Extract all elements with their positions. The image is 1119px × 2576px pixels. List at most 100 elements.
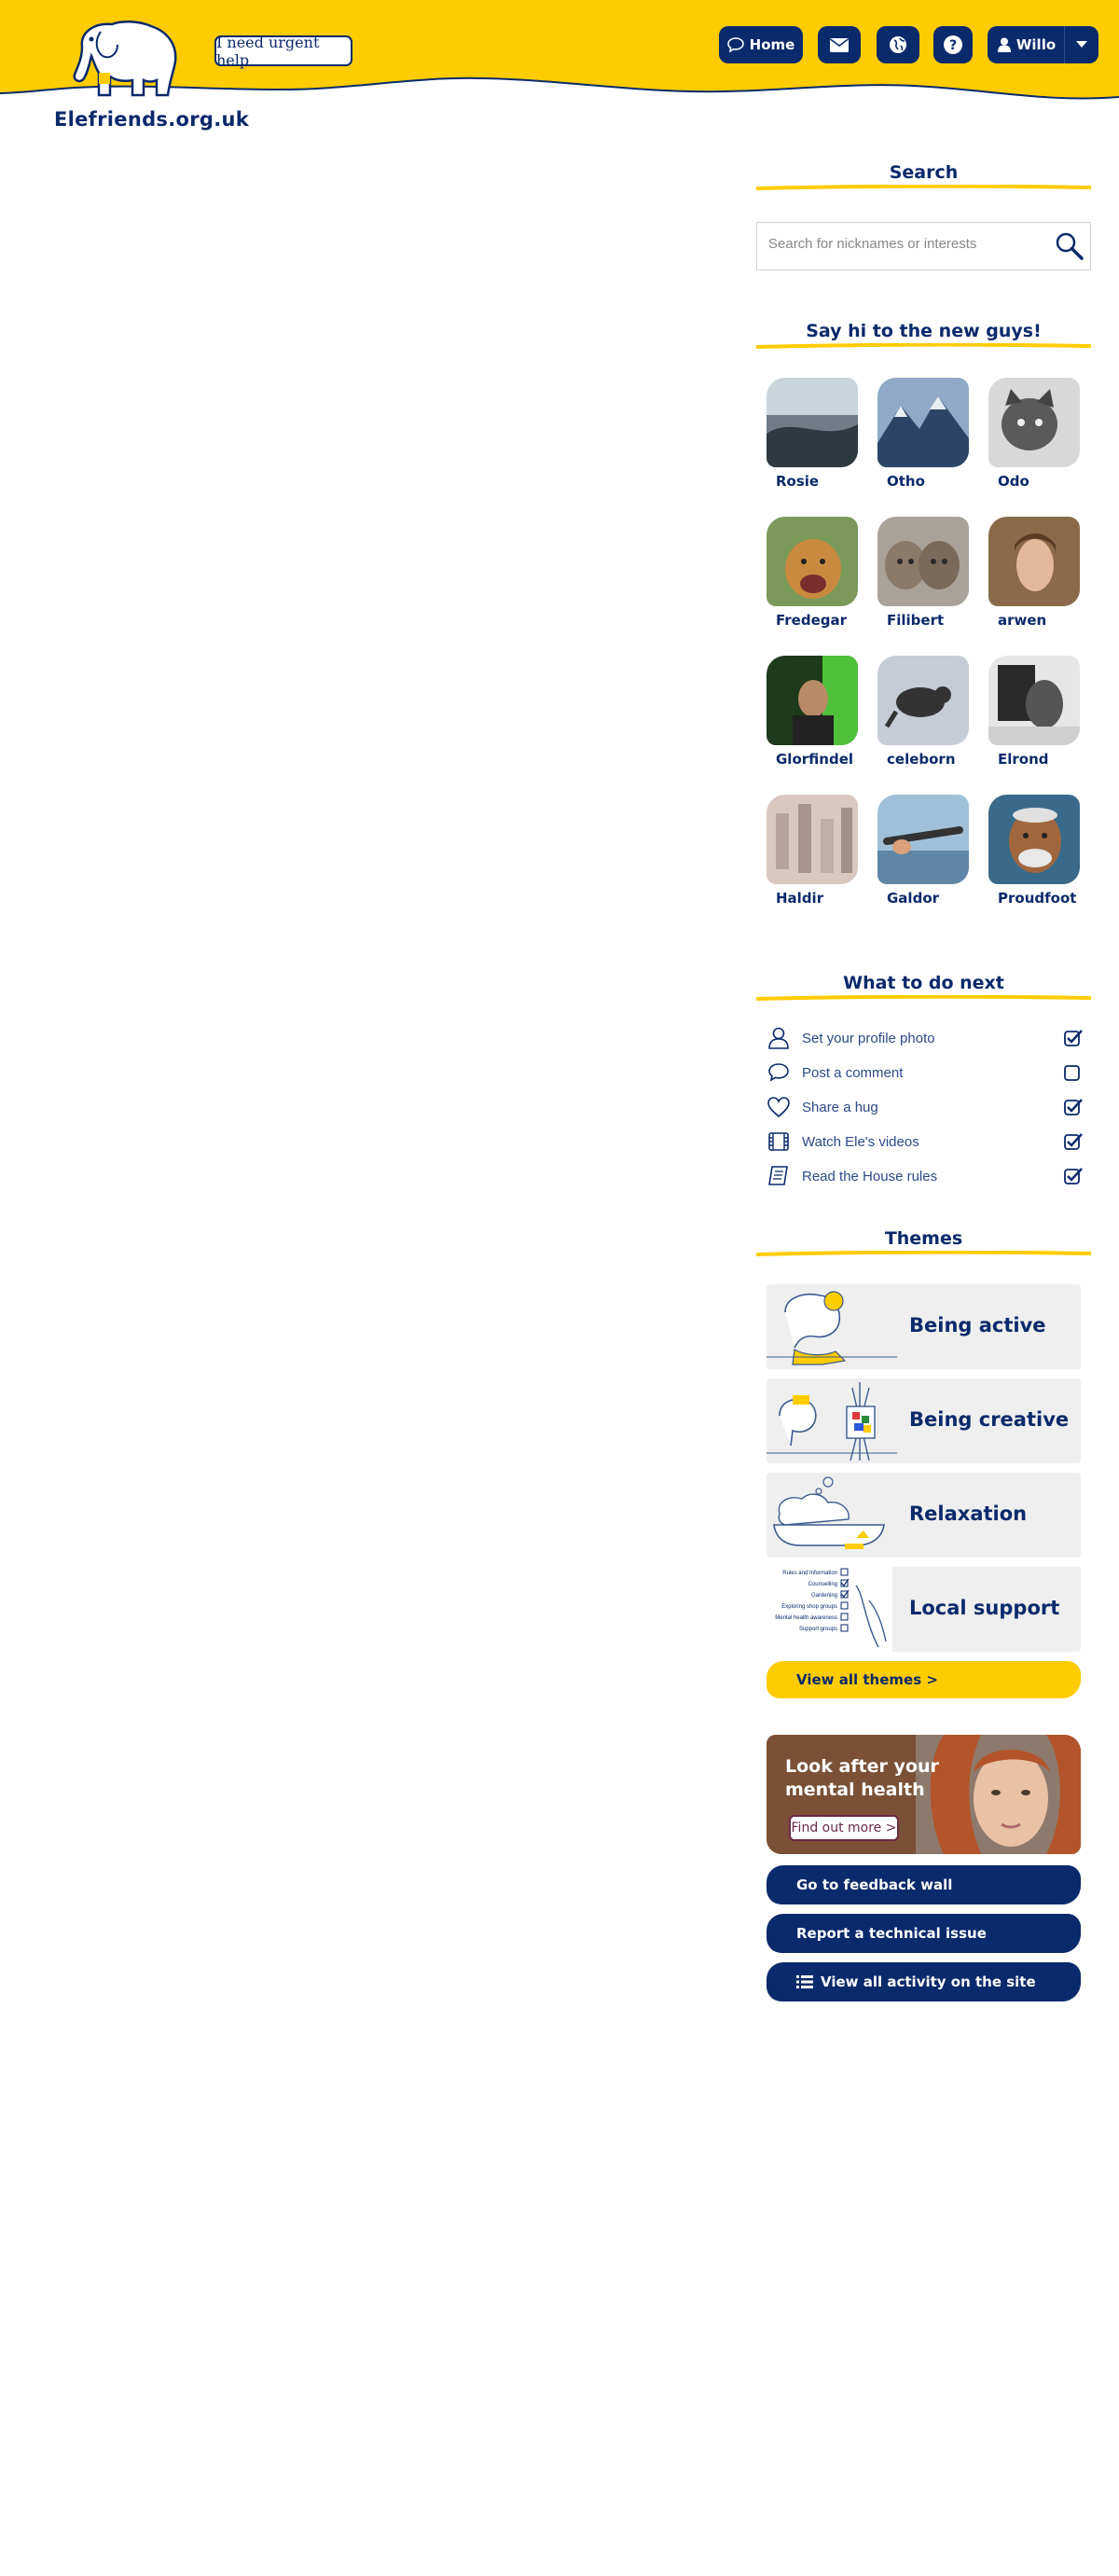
theme-label[interactable]: Being creative: [909, 1408, 1069, 1431]
theme-card-being-creative[interactable]: Being creative: [767, 1378, 1081, 1463]
svg-text:Exploring shop groups: Exploring shop groups: [781, 1604, 837, 1610]
todo-item[interactable]: Share a hug: [767, 1090, 1084, 1124]
todo-item[interactable]: Watch Ele's videos: [767, 1125, 1084, 1158]
user-card[interactable]: Odo: [988, 378, 1082, 499]
avatar[interactable]: [988, 656, 1080, 745]
help-button[interactable]: ?: [933, 26, 973, 63]
theme-label[interactable]: Local support: [909, 1597, 1059, 1619]
search-title-text: Search: [889, 162, 959, 183]
elephant-exercising-illustration: [767, 1291, 897, 1365]
avatar[interactable]: [767, 656, 858, 745]
todo-label[interactable]: Watch Ele's videos: [802, 1134, 1063, 1150]
user-card[interactable]: Elrond: [988, 656, 1082, 777]
search-icon[interactable]: [1055, 231, 1084, 261]
todo-item[interactable]: Set your profile photo: [767, 1021, 1084, 1055]
todo-section-title: What to do next: [756, 960, 1091, 1001]
messages-button[interactable]: [818, 26, 861, 63]
mental-health-promo-banner[interactable]: Look after your mental health Find out m…: [767, 1735, 1081, 1854]
notifications-globe-button[interactable]: [877, 26, 919, 63]
feedback-wall-button[interactable]: Go to feedback wall: [767, 1865, 1081, 1904]
checkbox-checked-icon: [1064, 1168, 1083, 1184]
username[interactable]: Haldir: [776, 890, 860, 907]
user-card[interactable]: Haldir: [767, 795, 860, 916]
avatar[interactable]: [988, 795, 1080, 884]
username[interactable]: Odo: [998, 473, 1082, 490]
theme-label[interactable]: Being active: [909, 1314, 1046, 1336]
elephant-logo[interactable]: [63, 19, 183, 101]
user-card[interactable]: Rosie: [767, 378, 860, 499]
svg-text:Gardening: Gardening: [811, 1593, 837, 1599]
checkbox-checked-icon: [1064, 1099, 1083, 1115]
title-underline: [756, 1251, 1091, 1256]
todo-item[interactable]: Post a comment: [767, 1056, 1084, 1089]
svg-text:Rules and Information: Rules and Information: [782, 1571, 837, 1576]
user-card[interactable]: Fredegar: [767, 517, 860, 638]
username[interactable]: Fredegar: [776, 612, 860, 629]
new-users-section-title: Say hi to the new guys!: [756, 308, 1091, 349]
avatar[interactable]: [767, 795, 858, 884]
elephant-painting-illustration: [767, 1382, 897, 1461]
todo-label[interactable]: Set your profile photo: [802, 1031, 1063, 1046]
username-label: Willo: [1015, 36, 1057, 53]
themes-title-text: Themes: [884, 1228, 963, 1249]
user-dropdown-toggle[interactable]: [1064, 26, 1098, 63]
username[interactable]: Proudfoot: [998, 890, 1082, 907]
username[interactable]: arwen: [998, 612, 1082, 629]
todo-label[interactable]: Post a comment: [802, 1065, 1063, 1081]
user-card[interactable]: arwen: [988, 517, 1082, 638]
avatar[interactable]: [767, 378, 858, 467]
avatar[interactable]: [988, 378, 1080, 467]
avatar[interactable]: [877, 795, 969, 884]
avatar[interactable]: [988, 517, 1080, 606]
user-icon: [997, 37, 1011, 52]
username[interactable]: Rosie: [776, 473, 860, 490]
user-card[interactable]: Filibert: [877, 517, 971, 638]
home-label: Home: [749, 36, 795, 53]
username[interactable]: celeborn: [887, 751, 971, 768]
urgent-help-button[interactable]: I need urgent help: [214, 34, 352, 69]
user-card[interactable]: Glorfindel: [767, 656, 860, 777]
find-out-more-button[interactable]: Find out more >: [789, 1815, 899, 1841]
username[interactable]: Glorfindel: [776, 751, 860, 768]
elephant-bath-illustration: [773, 1476, 885, 1549]
search-box: [756, 222, 1091, 270]
svg-text:Support groups: Support groups: [799, 1627, 837, 1632]
username[interactable]: Otho: [887, 473, 971, 490]
heart-icon: [767, 1097, 790, 1118]
user-card[interactable]: Galdor: [877, 795, 971, 916]
report-technical-issue-button[interactable]: Report a technical issue: [767, 1914, 1081, 1953]
theme-card-being-active[interactable]: Being active: [767, 1284, 1081, 1369]
view-all-themes-button[interactable]: View all themes >: [767, 1661, 1081, 1698]
avatar[interactable]: [877, 378, 969, 467]
todo-label[interactable]: Read the House rules: [802, 1169, 1063, 1184]
theme-label[interactable]: Relaxation: [909, 1503, 1027, 1525]
username[interactable]: Elrond: [998, 751, 1082, 768]
user-card[interactable]: celeborn: [877, 656, 971, 777]
new-users-title-text: Say hi to the new guys!: [806, 321, 1042, 341]
speech-bubble-icon: [768, 1063, 789, 1082]
todo-item[interactable]: Read the House rules: [767, 1159, 1084, 1193]
avatar[interactable]: [877, 517, 969, 606]
envelope-icon: [830, 37, 849, 52]
film-icon: [768, 1132, 789, 1151]
user-card[interactable]: Otho: [877, 378, 971, 499]
username[interactable]: Filibert: [887, 612, 971, 629]
home-button[interactable]: Home: [719, 26, 803, 63]
site-name[interactable]: Elefriends.org.uk: [54, 108, 249, 131]
avatar[interactable]: [877, 656, 969, 745]
todo-label[interactable]: Share a hug: [802, 1100, 1063, 1115]
theme-card-relaxation[interactable]: Relaxation: [767, 1473, 1081, 1558]
theme-card-local-support[interactable]: Rules and Information Counselling Garden…: [767, 1567, 1081, 1652]
svg-text:Mental health awareness: Mental health awareness: [775, 1615, 837, 1621]
user-menu-button[interactable]: Willo: [988, 26, 1066, 63]
avatar[interactable]: [767, 517, 858, 606]
title-underline: [756, 343, 1091, 349]
search-input[interactable]: [768, 236, 1048, 252]
site-header: Elefriends.org.uk I need urgent help Hom…: [0, 0, 1119, 131]
username[interactable]: Galdor: [887, 890, 971, 907]
view-all-activity-button[interactable]: View all activity on the site: [767, 1962, 1081, 2001]
svg-text:?: ?: [949, 38, 957, 53]
user-card[interactable]: Proudfoot: [988, 795, 1082, 916]
title-underline: [756, 995, 1091, 1001]
title-underline: [756, 185, 1091, 190]
